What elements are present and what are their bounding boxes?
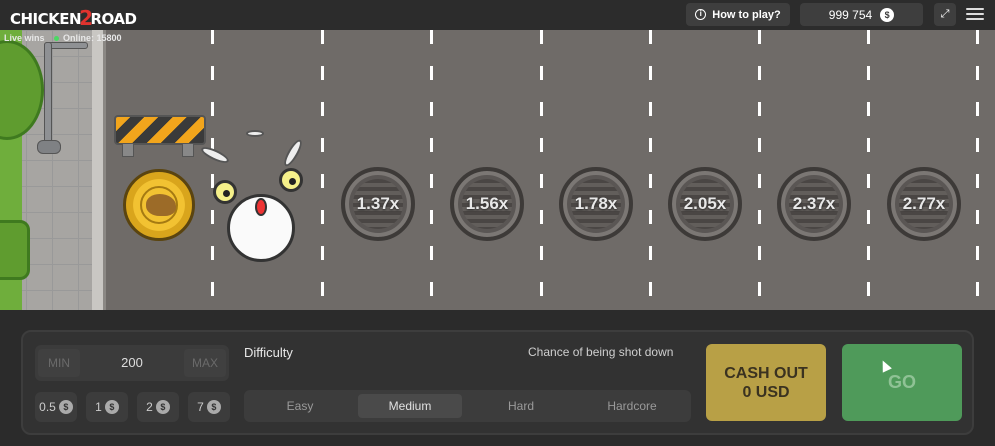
lane-line (540, 30, 543, 310)
max-bet-button[interactable]: MAX (184, 349, 226, 377)
start-coin (123, 169, 195, 241)
cash-out-button[interactable]: CASH OUT 0 USD (706, 344, 826, 421)
currency-icon: $ (155, 400, 170, 414)
how-to-play-button[interactable]: i How to play? (686, 3, 790, 26)
bet-amount-box: MIN 200 MAX (35, 345, 229, 381)
lane-line (321, 30, 324, 310)
difficulty-hardcore[interactable]: Hardcore (580, 394, 684, 418)
currency-icon: $ (104, 400, 119, 414)
lane-multiplier[interactable]: 2.05x (668, 167, 742, 241)
top-bar: CHICKEN2ROAD i How to play? 999 754 $ ⤢ (0, 0, 995, 30)
barrier-leg (182, 143, 194, 157)
control-panel: MIN 200 MAX 0.5 $ 1 $ 2 $ 7 $ Difficulty… (21, 330, 974, 435)
min-bet-button[interactable]: MIN (38, 349, 80, 377)
lane-multiplier[interactable]: 1.78x (559, 167, 633, 241)
bottom-area: MIN 200 MAX 0.5 $ 1 $ 2 $ 7 $ Difficulty… (0, 310, 995, 446)
street-lamp (44, 42, 52, 154)
barrier-leg (122, 143, 134, 157)
bet-amount-input[interactable]: 200 (85, 345, 179, 381)
lane-line (649, 30, 652, 310)
feather (246, 130, 264, 137)
feather (281, 137, 305, 169)
quick-bet-button[interactable]: 0.5 $ (35, 392, 77, 422)
difficulty-label: Difficulty (244, 345, 293, 360)
fullscreen-button[interactable]: ⤢ (934, 3, 956, 26)
lane-multiplier[interactable]: 2.37x (777, 167, 851, 241)
lane-line (976, 30, 979, 310)
online-dot-icon (54, 35, 59, 41)
difficulty-hard[interactable]: Hard (469, 394, 573, 418)
game-logo: CHICKEN2ROAD (10, 6, 137, 30)
curb (92, 30, 106, 310)
currency-icon: $ (880, 7, 895, 22)
feather (199, 144, 231, 166)
go-button[interactable]: GO (842, 344, 962, 421)
balance-value: 999 754 (828, 7, 873, 22)
road-barrier (114, 115, 206, 145)
lane-line (430, 30, 433, 310)
lane-multiplier[interactable]: 1.56x (450, 167, 524, 241)
lane-line (867, 30, 870, 310)
bush (0, 220, 30, 280)
chance-label: Chance of being shot down (528, 345, 674, 359)
chicken-character (213, 168, 303, 273)
balance-display: 999 754 $ (800, 3, 923, 26)
expand-icon: ⤢ (940, 8, 950, 20)
difficulty-selector: Easy Medium Hard Hardcore (244, 390, 691, 422)
lamp-base (37, 140, 61, 154)
difficulty-easy[interactable]: Easy (248, 394, 352, 418)
info-icon: i (695, 9, 707, 20)
currency-icon: $ (206, 400, 221, 414)
live-wins-label: Live wins (4, 33, 45, 43)
menu-button[interactable] (966, 5, 984, 23)
lane-line (758, 30, 761, 310)
quick-bet-button[interactable]: 7 $ (188, 392, 230, 422)
lane-multiplier[interactable]: 1.37x (341, 167, 415, 241)
chicken-emblem-icon (146, 194, 176, 216)
quick-bet-button[interactable]: 2 $ (137, 392, 179, 422)
currency-icon: $ (58, 400, 73, 414)
online-count: Online: 15800 (54, 33, 122, 43)
quick-bet-button[interactable]: 1 $ (86, 392, 128, 422)
game-area: Live wins Online: 15800 1.37x 1.56x 1.78… (0, 30, 995, 310)
lane-multiplier[interactable]: 2.77x (887, 167, 961, 241)
hamburger-icon (966, 8, 984, 10)
difficulty-medium[interactable]: Medium (358, 394, 462, 418)
